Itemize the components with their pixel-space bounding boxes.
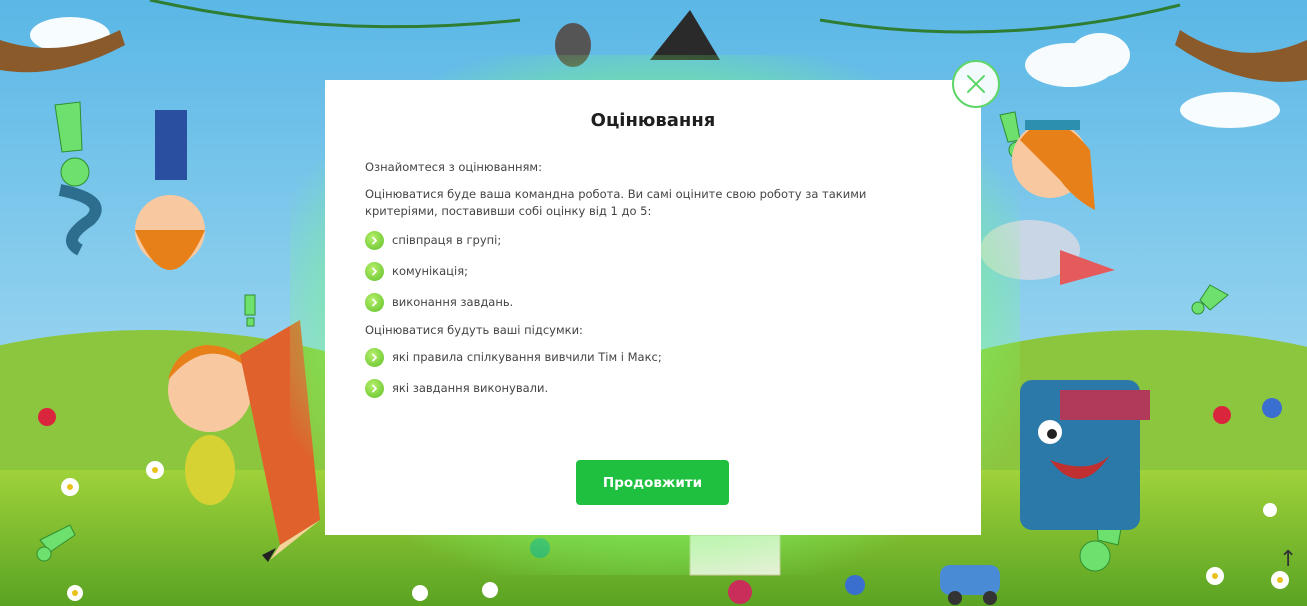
result-label: які правила спілкування вивчили Тім і Ма…: [392, 350, 662, 364]
continue-button[interactable]: Продовжити: [576, 460, 729, 505]
modal-title: Оцінювання: [590, 110, 716, 131]
result-label: які завдання виконували.: [392, 381, 549, 395]
chevron-right-icon: [365, 292, 384, 312]
close-icon: [967, 75, 985, 93]
evaluation-modal: Оцінювання Ознайомтеся з оцінюванням: Оц…: [325, 80, 981, 535]
criteria-label: комунікація;: [392, 264, 468, 278]
results-text: Оцінюватися будуть ваші підсумки:: [365, 323, 583, 337]
criteria-label: співпраця в групі;: [392, 233, 502, 247]
page-stage: Оцінювання Ознайомтеся з оцінюванням: Оц…: [0, 0, 1307, 606]
intro-text: Ознайомтеся з оцінюванням:: [365, 160, 542, 174]
chevron-right-icon: [365, 261, 384, 281]
results-list: які правила спілкування вивчили Тім і Ма…: [365, 347, 941, 398]
chevron-right-icon: [365, 378, 384, 398]
teamwork-text: Оцінюватися буде ваша командна робота. В…: [365, 187, 867, 218]
chevron-right-icon: [365, 230, 384, 250]
list-item: які завдання виконували.: [365, 378, 941, 398]
list-item: комунікація;: [365, 261, 941, 281]
list-item: виконання завдань.: [365, 292, 941, 312]
criteria-label: виконання завдань.: [392, 295, 514, 309]
chevron-right-icon: [365, 347, 384, 367]
close-button[interactable]: [952, 60, 1000, 108]
list-item: співпраця в групі;: [365, 230, 941, 250]
arrow-up-icon[interactable]: ↑: [1279, 540, 1297, 580]
list-item: які правила спілкування вивчили Тім і Ма…: [365, 347, 941, 367]
criteria-list: співпраця в групі; комунікація; виконанн…: [365, 230, 941, 312]
